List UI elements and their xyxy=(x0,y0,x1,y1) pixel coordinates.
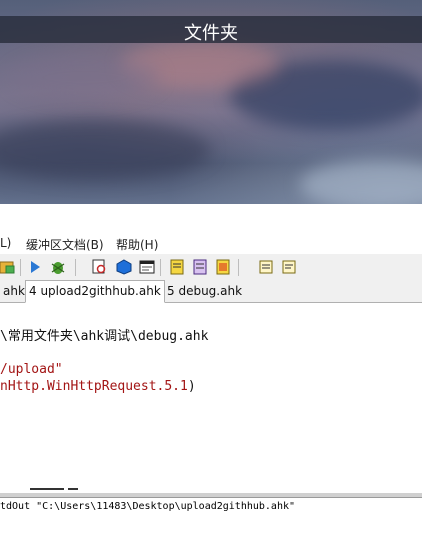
package-icon[interactable] xyxy=(116,259,132,275)
menu-item-tools[interactable]: L) xyxy=(0,236,11,250)
menu-item-help[interactable]: 帮助(H) xyxy=(116,236,158,253)
code-text: ) xyxy=(187,379,196,394)
buffer-tabs: ahk 4 upload2githhub.ahk 5 debug.ahk xyxy=(0,280,422,303)
code-line: nHttp.WinHttpRequest.5.1) xyxy=(0,379,196,394)
tab-debug[interactable]: 5 debug.ahk xyxy=(164,281,245,301)
output-pane[interactable]: tdOut "C:\Users\11483\Desktop\upload2git… xyxy=(0,497,422,549)
menu-item-buffers[interactable]: 缓冲区文档(B) xyxy=(26,236,104,253)
code-editor[interactable]: \常用文件夹\ahk调试\debug.ahk /upload" nHttp.Wi… xyxy=(0,303,422,493)
doc-icon[interactable] xyxy=(258,259,274,275)
debug-icon[interactable] xyxy=(50,259,66,275)
menu-bar: L) 缓冲区文档(B) 帮助(H) xyxy=(0,232,422,254)
code-line-partial xyxy=(2,486,82,493)
tab-upload2githhub[interactable]: 4 upload2githhub.ahk xyxy=(25,280,165,303)
run-icon[interactable] xyxy=(27,259,43,275)
code-line: \常用文件夹\ahk调试\debug.ahk xyxy=(0,325,208,344)
toolbar-separator xyxy=(238,259,239,276)
output-text: tdOut "C:\Users\11483\Desktop\upload2git… xyxy=(0,501,296,512)
code-line: /upload" xyxy=(0,362,63,377)
folder-icon[interactable] xyxy=(0,259,16,275)
note-edit-icon[interactable] xyxy=(192,259,208,275)
code-text: \常用文件夹\ahk调试\debug.ahk xyxy=(0,329,209,344)
folder-window-titlebar[interactable]: 文件夹 xyxy=(0,16,422,44)
doc-alt-icon[interactable] xyxy=(281,259,297,275)
search-icon[interactable] xyxy=(92,259,108,275)
code-string: nHttp.WinHttpRequest.5.1 xyxy=(0,379,188,394)
toolbar-separator xyxy=(160,259,161,276)
tab-ahk[interactable]: ahk xyxy=(0,281,28,301)
note-list-icon[interactable] xyxy=(215,259,231,275)
window-title: 文件夹 xyxy=(184,23,238,44)
toolbar xyxy=(0,254,422,281)
note-icon[interactable] xyxy=(169,259,185,275)
toolbar-separator xyxy=(20,259,21,276)
code-string: /upload" xyxy=(0,362,63,377)
window-icon[interactable] xyxy=(139,259,155,275)
toolbar-separator xyxy=(75,259,76,276)
